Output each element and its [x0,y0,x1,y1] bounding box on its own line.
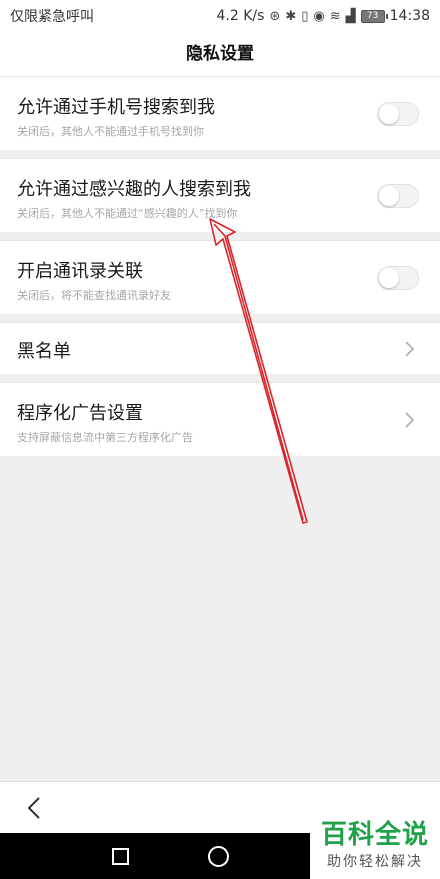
setting-title: 允许通过感兴趣的人搜索到我 [17,179,251,200]
recent-apps-button[interactable] [112,848,129,865]
setting-subtitle: 关闭后，其他人不能通过手机号找到你 [17,125,204,138]
vibrate-icon: ▯ [301,8,309,24]
status-icons: 4.2 K/s ⊛ ✱ ▯ ◉ ≋ ▟ 73 14:38 [217,8,430,24]
eye-icon: ◉ [313,8,325,24]
setting-contacts-link: 开启通讯录关联 关闭后，将不能查找通讯录好友 [0,240,440,314]
setting-title: 开启通讯录关联 [17,261,143,282]
setting-title: 黑名单 [17,341,71,362]
chevron-right-icon [405,341,415,357]
toggle-knob [379,104,399,124]
signal-icon: ▟ [345,8,356,24]
battery-icon: 73 [360,9,388,23]
interest-search-toggle[interactable] [377,184,419,208]
nfc-icon: ⊛ [269,8,281,24]
toggle-knob [379,186,399,206]
watermark-title: 百科全说 [320,820,429,850]
watermark-logo: 百科全说 助你轻松解决 [310,818,440,879]
watermark-subtitle: 助你轻松解决 [327,854,423,870]
home-button[interactable] [208,846,229,867]
setting-subtitle: 关闭后，将不能查找通讯录好友 [17,289,171,302]
setting-phone-search: 允许通过手机号搜索到我 关闭后，其他人不能通过手机号找到你 [0,76,440,150]
setting-programmatic-ads[interactable]: 程序化广告设置 支持屏蔽信息流中第三方程序化广告 [0,382,440,456]
battery-level: 73 [366,10,379,21]
setting-subtitle: 支持屏蔽信息流中第三方程序化广告 [17,431,193,444]
toggle-knob [379,268,399,288]
clock: 14:38 [389,8,430,24]
back-arrow-icon[interactable] [22,795,46,821]
chevron-right-icon [405,412,415,428]
phone-search-toggle[interactable] [377,102,419,126]
wifi-icon: ≋ [329,8,341,24]
setting-interest-search: 允许通过感兴趣的人搜索到我 关闭后，其他人不能通过“感兴趣的人”找到你 [0,158,440,232]
setting-subtitle: 关闭后，其他人不能通过“感兴趣的人”找到你 [17,207,238,220]
bluetooth-icon: ✱ [285,8,297,24]
network-speed: 4.2 K/s [216,8,265,24]
setting-blacklist[interactable]: 黑名单 [0,322,440,374]
setting-title: 允许通过手机号搜索到我 [17,97,215,118]
status-bar: 仅限紧急呼叫 4.2 K/s ⊛ ✱ ▯ ◉ ≋ ▟ 73 14:38 [0,0,440,32]
carrier-text: 仅限紧急呼叫 [10,9,94,25]
setting-title: 程序化广告设置 [17,403,143,424]
page-title: 隐私设置 [0,32,440,76]
contacts-link-toggle[interactable] [377,266,419,290]
